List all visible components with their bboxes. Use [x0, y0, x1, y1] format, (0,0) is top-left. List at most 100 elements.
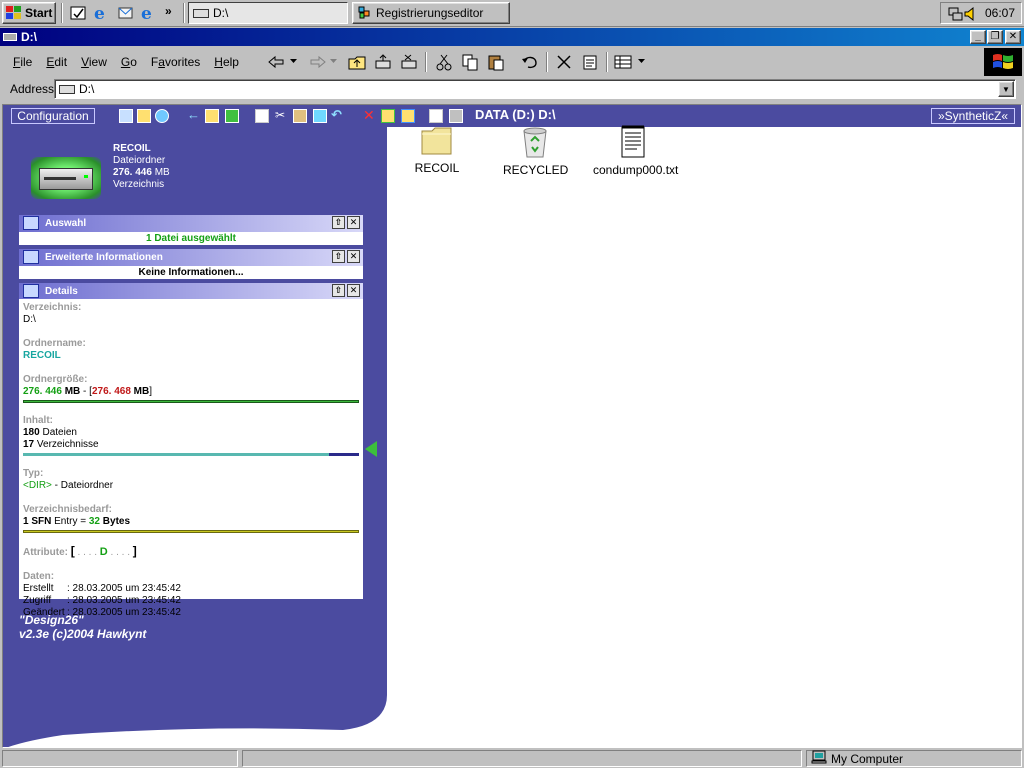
panel-close-button[interactable]: ✕: [347, 284, 360, 297]
copy-icon[interactable]: [459, 52, 481, 72]
bytes-count: 32: [88, 516, 100, 527]
map-drive-icon[interactable]: [372, 52, 394, 72]
windows-logo-icon: [6, 6, 22, 20]
task-label: D:\: [213, 6, 229, 20]
internet-explorer-icon[interactable]: e: [92, 3, 112, 23]
panel-collapse-button[interactable]: ⇧: [332, 250, 345, 263]
up-folder-icon[interactable]: [205, 109, 219, 123]
panel-close-button[interactable]: ✕: [347, 250, 360, 263]
calendar-icon: [23, 216, 39, 230]
folder-icon[interactable]: [137, 109, 151, 123]
back-dropdown-icon[interactable]: [288, 52, 300, 72]
folder-count: 17: [23, 439, 35, 450]
erweiterte-title: Erweiterte Informationen: [45, 252, 163, 263]
panel-collapse-button[interactable]: ⇧: [332, 216, 345, 229]
volume-icon[interactable]: [963, 6, 979, 25]
back-arrow-icon[interactable]: ←: [187, 108, 201, 123]
toolbar-separator: [425, 52, 427, 72]
paste-icon[interactable]: [293, 109, 307, 123]
design-credit: "Design26" v2.3e (c)2004 Hawkynt: [19, 613, 146, 641]
delete-icon[interactable]: [553, 52, 575, 72]
views-dropdown-icon[interactable]: [636, 52, 648, 72]
clock[interactable]: 06:07: [985, 6, 1015, 20]
window-icon[interactable]: [119, 109, 133, 123]
minimize-button[interactable]: _: [970, 30, 986, 44]
views-icon[interactable]: [612, 52, 634, 72]
menu-favorites[interactable]: Favorites: [144, 55, 207, 69]
hard-drive-led: [84, 175, 88, 178]
copy-to-folder-icon[interactable]: [401, 109, 415, 123]
system-tray: 06:07: [940, 2, 1022, 24]
taskbar: Start e e » D:\ Registrierungseditor 06:…: [0, 0, 1024, 27]
task-label: Registrierungseditor: [376, 6, 484, 20]
undo-icon[interactable]: [519, 52, 541, 72]
toolbar-separator: [606, 52, 608, 72]
size-value: 276. 446: [23, 386, 62, 397]
file-item-recoil[interactable]: RECOIL: [407, 125, 467, 175]
cut-icon[interactable]: [433, 52, 455, 72]
copy-icon[interactable]: [255, 109, 269, 123]
quick-launch-more-button[interactable]: »: [165, 4, 172, 18]
selection-count: 1 Datei ausgewählt: [145, 233, 237, 244]
auswahl-panel-header[interactable]: Auswahl ⇧ ✕: [19, 215, 363, 232]
start-button[interactable]: Start: [2, 2, 56, 24]
folder-icon: [420, 125, 454, 157]
menu-view[interactable]: View: [74, 55, 114, 69]
attribute-flags-post: . . . .: [107, 547, 133, 558]
design-version: v2.3e (c)2004 Hawkynt: [19, 627, 147, 641]
properties-icon[interactable]: [429, 109, 443, 123]
menu-edit[interactable]: Edit: [39, 55, 74, 69]
recycle-bin-icon: [519, 125, 551, 159]
disconnect-drive-icon[interactable]: [398, 52, 420, 72]
shield-icon[interactable]: [313, 109, 327, 123]
size-progress-bar: [23, 400, 359, 403]
forward-dropdown-icon[interactable]: [328, 52, 340, 72]
erweiterte-panel-header[interactable]: Erweiterte Informationen ⇧ ✕: [19, 249, 363, 266]
delete-icon[interactable]: ✕: [363, 108, 377, 123]
refresh-icon[interactable]: [225, 109, 239, 123]
undo-icon[interactable]: ↶: [331, 108, 345, 123]
internet-explorer-icon[interactable]: e: [139, 3, 159, 23]
collapse-panel-arrow-icon[interactable]: [365, 441, 377, 457]
task-button-explorer[interactable]: D:\: [188, 2, 348, 24]
show-desktop-icon[interactable]: [68, 3, 88, 23]
daten-label: Daten:: [23, 571, 55, 582]
taskbar-separator: [183, 3, 185, 23]
back-icon[interactable]: [266, 52, 288, 72]
outlook-express-icon[interactable]: [116, 3, 136, 23]
close-button[interactable]: ✕: [1005, 30, 1021, 44]
move-to-folder-icon[interactable]: [381, 109, 395, 123]
panel-close-button[interactable]: ✕: [347, 216, 360, 229]
globe-icon[interactable]: [155, 109, 169, 123]
file-item-condump[interactable]: condump000.txt: [593, 125, 678, 177]
menu-go[interactable]: Go: [114, 55, 144, 69]
ordnergroesse-value: 276. 446 MB - [276. 468 MB]: [23, 386, 359, 398]
details-panel-header[interactable]: Details ⇧ ✕: [19, 283, 363, 300]
task-button-regedit[interactable]: Registrierungseditor: [352, 2, 510, 24]
restore-button[interactable]: ❐: [987, 30, 1003, 44]
panel-collapse-button[interactable]: ⇧: [332, 284, 345, 297]
views-icon[interactable]: [449, 109, 463, 123]
window-title-bar[interactable]: D:\ _ ❐ ✕: [0, 28, 1024, 46]
design-name: "Design26": [19, 613, 84, 627]
paste-icon[interactable]: [485, 52, 507, 72]
drive-icon: [59, 84, 75, 94]
erweiterte-panel-body: Keine Informationen...: [19, 266, 363, 279]
configuration-button[interactable]: Configuration: [11, 108, 95, 124]
menu-help[interactable]: Help: [207, 55, 246, 69]
up-folder-icon[interactable]: [346, 52, 368, 72]
cut-icon[interactable]: ✂: [275, 109, 289, 123]
menu-file[interactable]: File: [6, 55, 39, 69]
file-item-recycled[interactable]: RECYCLED: [503, 125, 568, 177]
syntheticz-button[interactable]: »SyntheticZ«: [931, 108, 1015, 124]
network-icon[interactable]: [947, 6, 963, 25]
address-input[interactable]: D:\ ▼: [54, 79, 1016, 99]
properties-icon[interactable]: [579, 52, 601, 72]
regedit-icon: [357, 4, 373, 23]
created-label: Erstellt: [23, 583, 54, 594]
verzeichnis-value: D:\: [23, 314, 36, 325]
file-count: 180: [23, 427, 40, 438]
forward-icon[interactable]: [306, 52, 328, 72]
address-dropdown-button[interactable]: ▼: [998, 81, 1014, 97]
auswahl-panel-body: 1 Datei ausgewählt: [19, 232, 363, 245]
